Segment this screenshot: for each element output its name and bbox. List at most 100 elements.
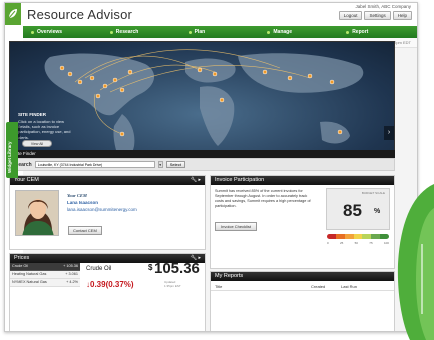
reports-table-header: Title Created Last Run xyxy=(211,281,394,291)
price-row-crude-oil[interactable]: Crude Oil + 105.36 xyxy=(10,263,80,271)
map-callout-text: Click on a location to view details, suc… xyxy=(18,119,71,140)
meter-tick: 100 xyxy=(383,241,389,245)
settings-button[interactable]: Settings xyxy=(364,11,391,20)
price-detail: Crude Oil $ 105.36 ↓0.39(0.37%) Updated … xyxy=(86,260,200,289)
nav-item-report[interactable]: Report xyxy=(338,29,417,35)
meter-tick: 75 xyxy=(369,241,373,245)
site-map[interactable]: SITE FINDER Click on a location to view … xyxy=(9,41,395,163)
participation-score-box: BUDGET SCALE 85 % xyxy=(326,188,390,230)
price-name: NYMEX Natural Gas xyxy=(12,280,47,284)
invoice-widget-header: Invoice Participation xyxy=(211,176,394,185)
cem-name: Lana Isaacson xyxy=(67,199,99,205)
my-reports-widget: My Reports Title Created Last Run xyxy=(210,271,395,331)
nav-label: Overviews xyxy=(37,29,63,35)
meter-tick: 25 xyxy=(339,241,344,245)
cem-widget: Your CEM 🔧︎ ▸ Your CEM Lana Isaacson lan… xyxy=(9,175,206,250)
price-detail-name: Crude Oil xyxy=(86,266,112,272)
meter-segment xyxy=(344,234,354,239)
meter-segment xyxy=(371,234,381,239)
header-buttons: Logout Settings Help xyxy=(338,11,412,20)
chevron-down-icon[interactable]: ▾ xyxy=(157,161,163,168)
meter-segment xyxy=(335,234,345,239)
nav-item-manage[interactable]: Manage xyxy=(259,29,338,35)
cem-avatar xyxy=(15,190,59,236)
nav-bullet-icon xyxy=(267,30,271,34)
logout-button[interactable]: Logout xyxy=(338,11,363,20)
decorative-swoosh xyxy=(397,184,434,340)
price-detail-value: 105.36 xyxy=(154,260,200,277)
nav-bullet-icon xyxy=(346,30,350,34)
map-view-toggle[interactable]: View All xyxy=(22,140,52,147)
chevron-right-icon: › xyxy=(387,129,391,136)
top-header: Resource Advisor Jabel Smith, ABC Compan… xyxy=(5,3,417,25)
nav-label: Plan xyxy=(194,29,206,35)
nav-label: Research xyxy=(115,29,139,35)
world-map-graphic xyxy=(44,49,364,162)
user-name: Jabel Smith, ABC Company xyxy=(355,4,411,9)
site-select-button[interactable]: Select xyxy=(165,161,185,168)
widget-library-label: Widget Library xyxy=(7,141,12,173)
price-updated-time: Updated 1:35pm EST xyxy=(164,280,181,288)
leaf-icon xyxy=(8,9,17,19)
nav-item-overviews[interactable]: Overviews xyxy=(23,29,102,35)
price-row-nymex-gas[interactable]: NYMEX Natural Gas + 4.2% xyxy=(10,279,80,287)
screenshot-stage: Resource Advisor Jabel Smith, ABC Compan… xyxy=(0,0,434,340)
meter-segment xyxy=(353,234,363,239)
app-logo xyxy=(5,3,21,25)
nav-item-research[interactable]: Research xyxy=(102,29,181,35)
widget-library-tab[interactable]: Widget Library xyxy=(6,122,18,178)
meter-segment xyxy=(380,234,389,239)
map-callout-title: SITE FINDER xyxy=(18,112,47,117)
meter-segment xyxy=(327,234,336,239)
prices-widget: Prices 🔧︎ ▸ Crude Oil + 105.36 Heating N… xyxy=(9,253,206,331)
map-next-button[interactable]: › xyxy=(384,126,394,140)
column-header-title[interactable]: Title xyxy=(215,284,311,290)
meter-segment xyxy=(362,234,372,239)
price-list: Crude Oil + 105.36 Heating Natural Gas +… xyxy=(10,263,80,287)
wrench-icon[interactable]: 🔧︎ xyxy=(191,177,197,183)
nav-bullet-icon xyxy=(31,30,34,34)
nav-bullet-icon xyxy=(188,30,192,34)
site-finder-header: Site Finder xyxy=(9,150,395,158)
price-detail-change: ↓0.39(0.37%) xyxy=(86,280,134,289)
map-callout: SITE FINDER Click on a location to view … xyxy=(18,112,76,140)
price-value: + 3.061 xyxy=(65,272,78,276)
participation-meter xyxy=(327,234,389,239)
price-detail-currency: $ xyxy=(148,263,153,272)
price-row-heating-gas[interactable]: Heating Natural Gas + 3.061 xyxy=(10,271,80,279)
participation-score-unit: % xyxy=(374,208,381,215)
widget-tools[interactable]: 🔧︎ ▸ xyxy=(191,177,201,183)
reports-widget-header: My Reports xyxy=(211,272,394,281)
reports-widget-title: My Reports xyxy=(215,273,244,279)
column-header-last-run[interactable]: Last Run xyxy=(341,284,357,290)
price-change-value: 0.39(0.37%) xyxy=(90,280,134,289)
column-header-created[interactable]: Created xyxy=(311,284,341,290)
person-photo-icon xyxy=(16,191,58,235)
price-value: + 105.36 xyxy=(63,264,78,268)
app-title: Resource Advisor xyxy=(27,7,133,22)
site-search-input[interactable] xyxy=(34,161,155,168)
meter-tick: 0 xyxy=(327,241,329,245)
site-finder-bar: Search ▾ Select xyxy=(9,158,395,171)
meter-tick: 50 xyxy=(354,241,358,245)
cem-info: Your CEM Lana Isaacson lana.isaacson@sum… xyxy=(67,193,137,213)
main-nav: Overviews Research Plan Manage Report xyxy=(23,26,417,38)
cem-email[interactable]: lana.isaacson@summitenergy.com xyxy=(67,207,137,214)
participation-score: 85 xyxy=(343,201,362,220)
invoice-checklist-button[interactable]: Invoice Checklist xyxy=(215,222,258,231)
price-name: Crude Oil xyxy=(12,264,29,268)
contact-cem-button[interactable]: Contact CEM xyxy=(68,226,102,235)
nav-bullet-icon xyxy=(109,30,113,34)
invoice-description: Summit has received 85% of the current i… xyxy=(215,189,311,209)
help-button[interactable]: Help xyxy=(392,11,412,20)
meter-ticks: 0 25 50 75 100 xyxy=(327,241,389,245)
nav-label: Manage xyxy=(273,29,293,35)
invoice-widget-title: Invoice Participation xyxy=(215,177,265,183)
app-window: Resource Advisor Jabel Smith, ABC Compan… xyxy=(4,2,418,332)
price-value: + 4.2% xyxy=(66,280,78,284)
invoice-participation-widget: Invoice Participation Summit has receive… xyxy=(210,175,395,269)
nav-item-plan[interactable]: Plan xyxy=(181,29,260,35)
cem-widget-header: Your CEM 🔧︎ ▸ xyxy=(10,176,205,185)
expand-icon[interactable]: ▸ xyxy=(198,177,201,183)
cem-role: Your CEM xyxy=(67,193,87,198)
